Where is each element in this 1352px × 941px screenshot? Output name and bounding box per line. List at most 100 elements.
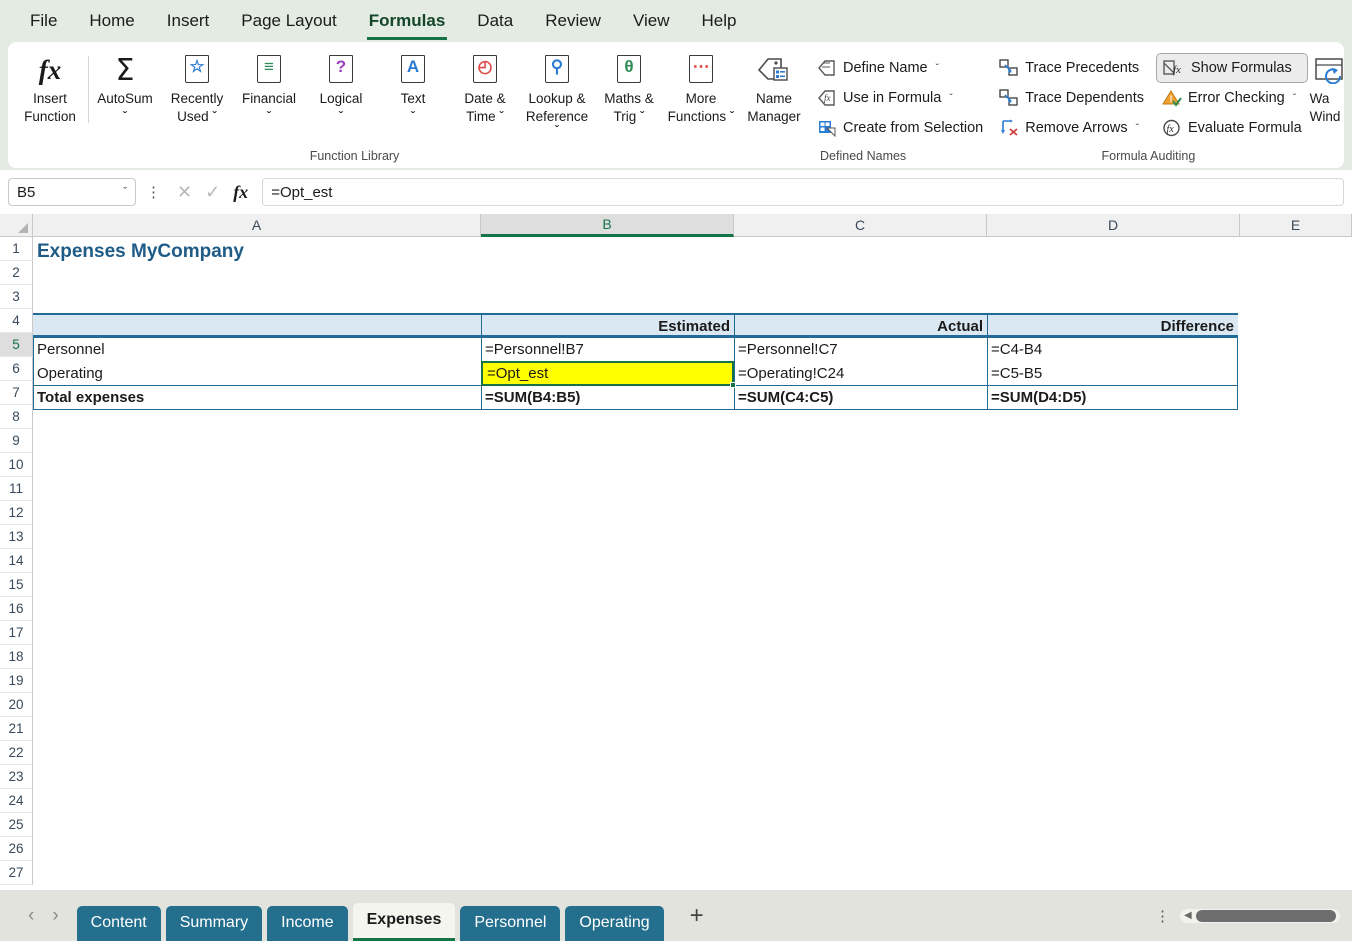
chevron-down-icon[interactable]: ˇ (949, 93, 952, 104)
row-header-20[interactable]: 20 (0, 693, 33, 717)
sheet-tab-personnel[interactable]: Personnel (460, 906, 561, 941)
table-cell[interactable]: =SUM(C4:C5) (734, 385, 987, 409)
trace-precedents-button[interactable]: Trace Precedents (993, 53, 1150, 83)
menu-item-data[interactable]: Data (461, 5, 529, 37)
remove-arrows-button[interactable]: Remove Arrows ˇ (993, 113, 1150, 143)
table-cell[interactable]: =C4-B4 (987, 337, 1238, 361)
table-cell[interactable]: Operating (33, 361, 481, 385)
fill-handle[interactable] (730, 382, 736, 388)
row-header-8[interactable]: 8 (0, 405, 33, 429)
table-cell[interactable]: =C5-B5 (987, 361, 1238, 385)
row-header-14[interactable]: 14 (0, 549, 33, 573)
sigma-button[interactable]: Σ AutoSum ˇ (89, 48, 161, 138)
name-manager-button[interactable]: Name Manager (737, 48, 811, 124)
select-all-button[interactable] (0, 214, 33, 237)
chevron-down-icon[interactable]: ˇ (1136, 123, 1139, 134)
scrollbar-thumb[interactable] (1196, 909, 1336, 922)
database-book-button[interactable]: ≡ Financial ˇ (233, 48, 305, 138)
menu-item-formulas[interactable]: Formulas (353, 5, 462, 40)
cancel-icon[interactable]: ✕ (177, 182, 192, 203)
sheet-tab-content[interactable]: Content (76, 906, 161, 941)
row-header-9[interactable]: 9 (0, 429, 33, 453)
column-header-D[interactable]: D (987, 214, 1240, 237)
table-cell[interactable]: Total expenses (33, 385, 481, 409)
menu-item-home[interactable]: Home (73, 5, 150, 37)
table-cell[interactable]: =SUM(B4:B5) (481, 385, 734, 409)
row-header-16[interactable]: 16 (0, 597, 33, 621)
row-header-3[interactable]: 3 (0, 285, 33, 309)
row-header-23[interactable]: 23 (0, 765, 33, 789)
table-cell[interactable]: =Operating!C24 (734, 361, 987, 385)
column-header-E[interactable]: E (1240, 214, 1352, 237)
column-header-A[interactable]: A (33, 214, 481, 237)
horizontal-scrollbar[interactable]: ◀ (1180, 908, 1340, 923)
formula-bar-options-icon[interactable]: ⋮ (144, 183, 163, 201)
sheet-tab-income[interactable]: Income (267, 906, 348, 941)
column-header-C[interactable]: C (734, 214, 987, 237)
row-header-19[interactable]: 19 (0, 669, 33, 693)
confirm-icon[interactable]: ✓ (205, 182, 220, 203)
sheet-tab-expenses[interactable]: Expenses (352, 903, 456, 941)
row-header-26[interactable]: 26 (0, 837, 33, 861)
row-header-17[interactable]: 17 (0, 621, 33, 645)
sheet-options-icon[interactable]: ⋮ (1155, 907, 1180, 925)
row-header-10[interactable]: 10 (0, 453, 33, 477)
name-box[interactable]: B5 ˇ (8, 178, 136, 206)
menu-item-page-layout[interactable]: Page Layout (225, 5, 352, 37)
table-cell[interactable]: =Personnel!B7 (481, 337, 734, 361)
table-cell[interactable]: =Personnel!C7 (734, 337, 987, 361)
chevron-down-icon[interactable]: ˇ (1293, 93, 1296, 104)
insert-function-button[interactable]: fx Insert Function (12, 48, 88, 124)
row-header-21[interactable]: 21 (0, 717, 33, 741)
row-header-24[interactable]: 24 (0, 789, 33, 813)
row-header-15[interactable]: 15 (0, 573, 33, 597)
more-book-button[interactable]: ⋯ More Functions ˇ (665, 48, 737, 138)
table-cell[interactable]: =SUM(D4:D5) (987, 385, 1238, 409)
prev-sheet-icon[interactable]: ‹ (28, 905, 34, 927)
row-header-6[interactable]: 6 (0, 357, 33, 381)
cell-A1[interactable]: Expenses MyCompany (33, 237, 481, 267)
insert-function-icon[interactable]: fx (233, 182, 248, 203)
star-book-button[interactable]: ☆ Recently Used ˇ (161, 48, 233, 138)
evaluate-formula-button[interactable]: fx Evaluate Formula (1156, 113, 1308, 143)
table-cell[interactable]: Personnel (33, 337, 481, 361)
sheet-tab-summary[interactable]: Summary (165, 906, 263, 941)
table-header-cell[interactable]: Difference (987, 314, 1238, 338)
menu-item-file[interactable]: File (14, 5, 73, 37)
table-header-cell[interactable]: Estimated (481, 314, 734, 338)
watch-window-button[interactable]: Wa Wind (1308, 48, 1344, 124)
sheet-tab-operating[interactable]: Operating (565, 906, 664, 941)
menu-item-insert[interactable]: Insert (151, 5, 226, 37)
table-header-cell[interactable]: Actual (734, 314, 987, 338)
add-sheet-button[interactable]: + (664, 897, 730, 935)
search-book-button[interactable]: ⚲ Lookup & Reference ˇ (521, 48, 593, 138)
row-header-2[interactable]: 2 (0, 261, 33, 285)
formula-input[interactable]: =Opt_est (262, 178, 1344, 206)
next-sheet-icon[interactable]: › (52, 905, 58, 927)
scroll-left-icon[interactable]: ◀ (1180, 910, 1192, 921)
question-book-button[interactable]: ? Logical ˇ (305, 48, 377, 138)
tag-button[interactable]: Define Name ˇ (811, 53, 989, 83)
row-header-12[interactable]: 12 (0, 501, 33, 525)
cell-B5-selected[interactable]: =Opt_est (481, 361, 734, 386)
menu-item-review[interactable]: Review (529, 5, 617, 37)
column-header-B[interactable]: B (481, 214, 734, 237)
row-header-7[interactable]: 7 (0, 381, 33, 405)
row-header-25[interactable]: 25 (0, 813, 33, 837)
create-selection-button[interactable]: Create from Selection (811, 113, 989, 143)
row-header-27[interactable]: 27 (0, 861, 33, 885)
row-header-5[interactable]: 5 (0, 333, 33, 357)
trace-dependents-button[interactable]: Trace Dependents (993, 83, 1150, 113)
row-header-4[interactable]: 4 (0, 309, 33, 333)
row-header-1[interactable]: 1 (0, 237, 33, 261)
row-header-18[interactable]: 18 (0, 645, 33, 669)
text-book-button[interactable]: A Text ˇ (377, 48, 449, 138)
show-formulas-button[interactable]: fx Show Formulas (1156, 53, 1308, 83)
fx-tag-button[interactable]: fx Use in Formula ˇ (811, 83, 989, 113)
menu-item-help[interactable]: Help (686, 5, 753, 37)
chevron-down-icon[interactable]: ˇ (936, 63, 939, 74)
theta-book-button[interactable]: θ Maths & Trig ˇ (593, 48, 665, 138)
row-header-13[interactable]: 13 (0, 525, 33, 549)
clock-book-button[interactable]: ◴ Date & Time ˇ (449, 48, 521, 138)
row-header-22[interactable]: 22 (0, 741, 33, 765)
